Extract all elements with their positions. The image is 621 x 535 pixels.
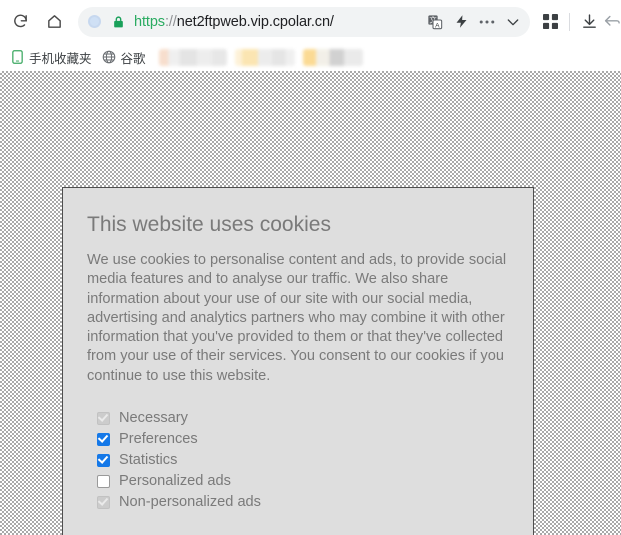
lock-icon[interactable] <box>108 15 128 29</box>
bookmark-item-mobile-favorites[interactable]: 手机收藏夹 <box>5 46 97 68</box>
checkbox-statistics[interactable] <box>97 452 110 467</box>
cookie-option-non-personalized-ads[interactable]: Non-personalized ads <box>97 492 511 513</box>
bookmark-label: 谷歌 <box>120 51 146 66</box>
toolbar-right-actions <box>536 8 621 36</box>
reload-icon[interactable] <box>6 8 34 36</box>
page-info-dot-icon[interactable] <box>88 15 101 28</box>
translate-icon[interactable]: 文 A <box>422 9 448 35</box>
cookie-consent-dialog: This website uses cookies We use cookies… <box>62 187 534 535</box>
url-scheme: https <box>134 13 165 30</box>
bookmark-item-google[interactable]: 谷歌 <box>97 46 151 68</box>
url-text[interactable]: https://net2ftpweb.vip.cpolar.cn/ <box>134 14 422 30</box>
checkbox-non-personalized-ads <box>97 494 110 509</box>
checkbox-personalized-ads[interactable] <box>97 474 110 488</box>
cookie-option-label: Preferences <box>119 430 198 447</box>
ellipsis-icon[interactable] <box>474 9 500 35</box>
lightning-icon[interactable] <box>448 9 474 35</box>
bookmark-item-blurred[interactable] <box>234 48 295 66</box>
page-viewport: This website uses cookies We use cookies… <box>0 71 621 535</box>
cookie-option-statistics[interactable]: Statistics <box>97 450 511 471</box>
cookie-options-list: Necessary Preferences Statistics Persona… <box>97 408 511 513</box>
chevron-down-icon[interactable] <box>500 9 526 35</box>
home-icon[interactable] <box>40 8 68 36</box>
cookie-option-personalized-ads[interactable]: Personalized ads <box>97 471 511 492</box>
download-icon[interactable] <box>575 8 603 36</box>
checkbox-preferences[interactable] <box>97 431 110 446</box>
bookmark-label: 手机收藏夹 <box>29 51 92 66</box>
cookie-option-label: Necessary <box>119 409 188 426</box>
cookie-option-label: Non-personalized ads <box>119 493 261 510</box>
dialog-title: This website uses cookies <box>87 213 331 236</box>
browser-window: https://net2ftpweb.vip.cpolar.cn/ 文 A <box>0 0 621 535</box>
omnibox-actions: 文 A <box>422 9 526 35</box>
phone-icon <box>10 50 25 65</box>
cookie-option-necessary[interactable]: Necessary <box>97 408 511 429</box>
url-separator: :// <box>164 13 177 30</box>
bookmark-item-blurred[interactable] <box>158 48 227 66</box>
cookie-option-label: Statistics <box>119 451 178 468</box>
bookmarks-bar: 手机收藏夹 谷歌 <box>0 43 621 71</box>
checkbox-necessary <box>97 410 110 425</box>
bookmark-item-blurred[interactable] <box>302 48 363 66</box>
cookie-option-label: Personalized ads <box>119 472 231 489</box>
browser-toolbar: https://net2ftpweb.vip.cpolar.cn/ 文 A <box>0 0 621 43</box>
url-host: net2ftpweb.vip.cpolar.cn/ <box>176 13 334 30</box>
dialog-body-text: We use cookies to personalise content an… <box>87 252 507 384</box>
svg-text:A: A <box>435 22 440 29</box>
address-bar[interactable]: https://net2ftpweb.vip.cpolar.cn/ 文 A <box>78 6 530 37</box>
back-arrow-icon[interactable] <box>603 8 621 36</box>
apps-grid-icon[interactable] <box>536 8 564 36</box>
globe-icon <box>102 50 117 65</box>
toolbar-divider <box>569 12 570 31</box>
cookie-option-preferences[interactable]: Preferences <box>97 429 511 450</box>
